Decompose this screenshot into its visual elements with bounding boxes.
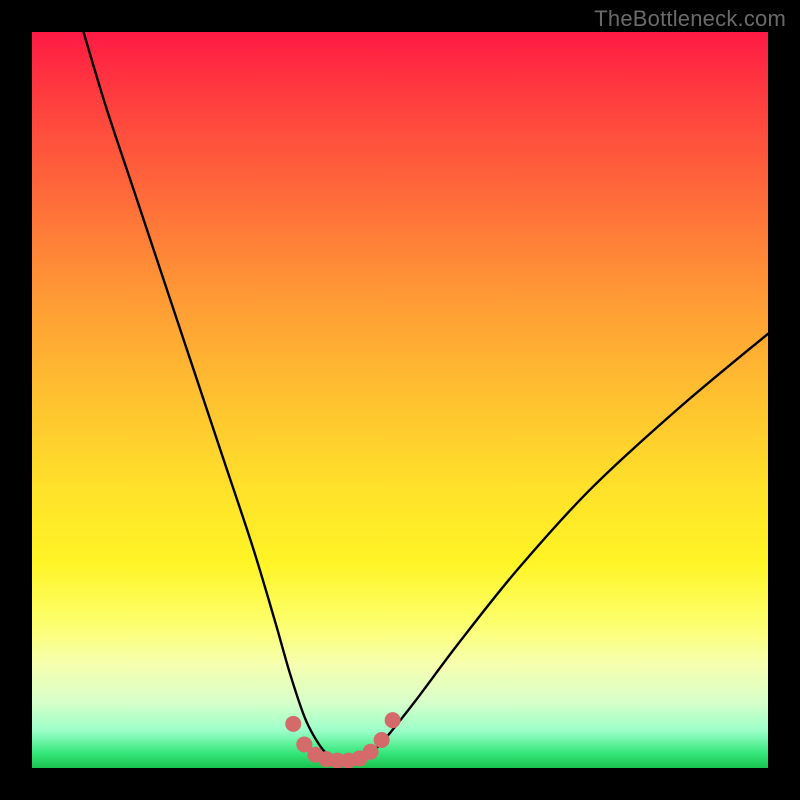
valley-marker — [363, 744, 379, 760]
plot-area — [32, 32, 768, 768]
valley-marker — [285, 716, 301, 732]
valley-marker — [374, 732, 390, 748]
watermark-text: TheBottleneck.com — [594, 6, 786, 32]
valley-marker — [385, 712, 401, 728]
valley-marker-group — [285, 712, 400, 768]
bottleneck-curve — [84, 32, 768, 762]
chart-frame: TheBottleneck.com — [0, 0, 800, 800]
chart-svg — [32, 32, 768, 768]
